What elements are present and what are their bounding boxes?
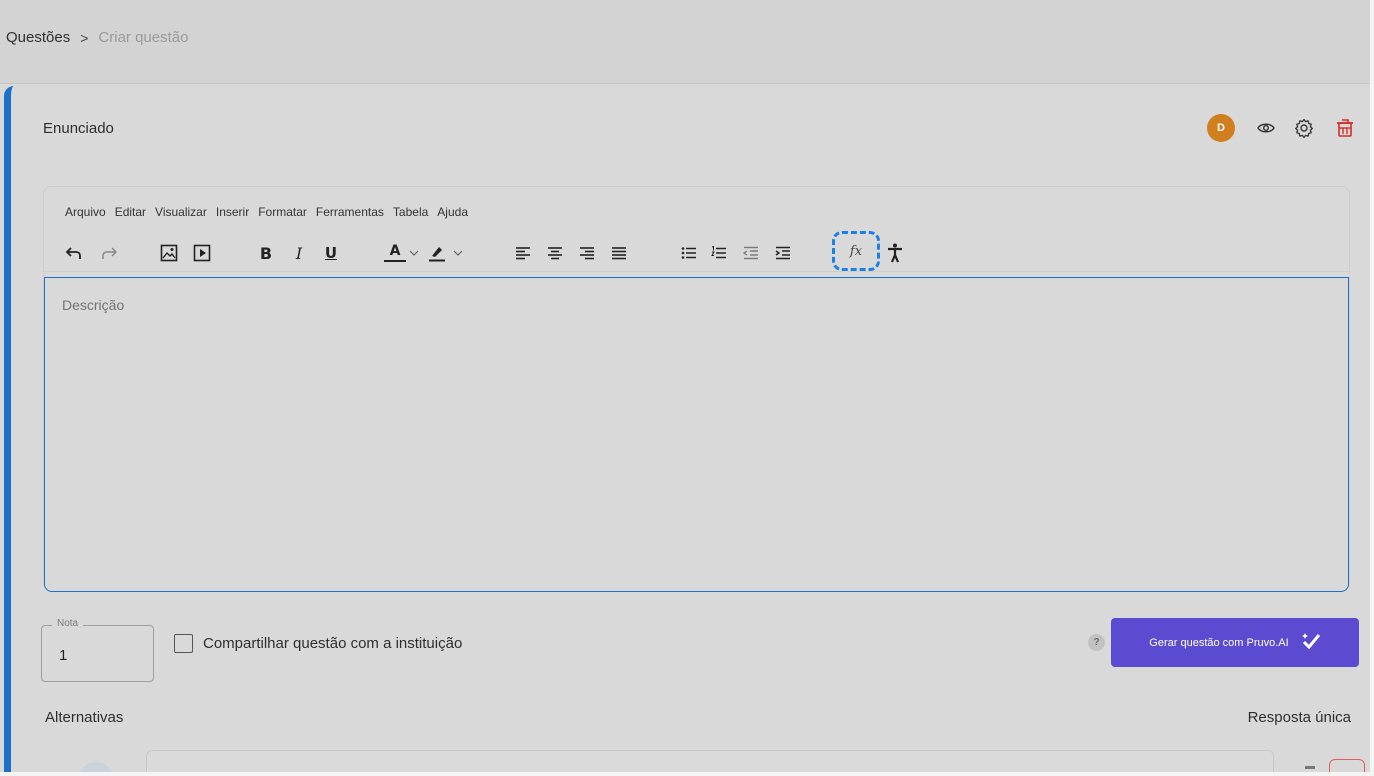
generate-ai-label: Gerar questão com Pruvo.AI [1149,636,1289,649]
answer-mode-label[interactable]: Resposta única [1248,709,1351,726]
alternative-radio[interactable] [78,762,114,772]
redo-icon[interactable] [98,242,120,264]
breadcrumb-separator: > [80,29,89,46]
description-editor-area[interactable]: Descrição [44,277,1349,592]
undo-icon[interactable] [63,242,85,264]
page-frame: Questões > Criar questão Enunciado D Arq… [0,0,1370,772]
numbered-list-icon[interactable] [708,242,730,264]
help-icon[interactable]: ? [1088,634,1105,651]
statement-card: Enunciado D Arquivo Editar Visualizar In… [4,86,1370,772]
formula-label: fx [849,243,863,259]
menu-ferramentas[interactable]: Ferramentas [316,205,384,219]
outdent-icon[interactable] [740,242,762,264]
trash-icon[interactable] [1335,118,1355,138]
rich-text-editor: Arquivo Editar Visualizar Inserir Format… [43,186,1350,592]
menu-visualizar[interactable]: Visualizar [155,205,207,219]
bold-icon[interactable]: B [255,242,277,264]
nota-field[interactable]: Nota 1 [41,618,154,682]
breadcrumb-current: Criar questão [98,29,189,46]
italic-icon[interactable]: I [288,242,310,264]
outer-margin-bottom [0,772,1374,776]
insert-image-icon[interactable] [158,242,180,264]
align-justify-icon[interactable] [608,242,630,264]
statement-title: Enunciado [43,120,114,137]
generate-ai-button[interactable]: Gerar questão com Pruvo.AI [1111,618,1359,667]
highlight-color-icon[interactable] [426,242,448,264]
share-checkbox-row[interactable]: Compartilhar questão com a instituição [174,634,462,653]
editor-menubar: Arquivo Editar Visualizar Inserir Format… [65,205,477,219]
formula-icon[interactable]: fx [832,231,880,271]
accessibility-icon[interactable] [884,242,906,264]
top-bar: Questões > Criar questão [0,0,1370,84]
share-label: Compartilhar questão com a instituição [203,635,463,652]
share-checkbox[interactable] [174,634,193,653]
alternative-handle-icon[interactable] [1305,766,1315,769]
breadcrumb-questoes-link[interactable]: Questões [6,29,70,46]
indent-icon[interactable] [772,242,794,264]
editor-toolbar: B I U A fx [44,231,1349,271]
outer-margin-right [1370,0,1374,776]
description-placeholder: Descrição [62,297,125,313]
align-left-icon[interactable] [512,242,534,264]
avatar[interactable]: D [1207,114,1235,142]
menu-formatar[interactable]: Formatar [258,205,307,219]
eye-icon[interactable] [1256,118,1276,138]
align-right-icon[interactable] [576,242,598,264]
alternative-delete-button[interactable] [1329,759,1365,772]
nota-label: Nota [52,618,84,629]
menu-inserir[interactable]: Inserir [216,205,249,219]
highlight-dropdown-icon[interactable] [447,242,469,264]
insert-media-icon[interactable] [191,242,213,264]
alternatives-title: Alternativas [45,709,124,726]
sparkle-check-icon [1301,632,1321,653]
menu-arquivo[interactable]: Arquivo [65,205,106,219]
alternative-input[interactable] [146,750,1274,772]
menu-editar[interactable]: Editar [115,205,146,219]
toolbar-divider [44,271,1349,272]
align-center-icon[interactable] [544,242,566,264]
statement-actions: D [1207,114,1355,142]
breadcrumb: Questões > Criar questão [6,29,188,46]
gear-icon[interactable] [1294,118,1314,138]
bullet-list-icon[interactable] [678,242,700,264]
text-color-dropdown-icon[interactable] [403,242,425,264]
menu-ajuda[interactable]: Ajuda [437,205,468,219]
menu-tabela[interactable]: Tabela [393,205,428,219]
underline-icon[interactable]: U [320,242,342,264]
nota-value: 1 [59,647,68,664]
